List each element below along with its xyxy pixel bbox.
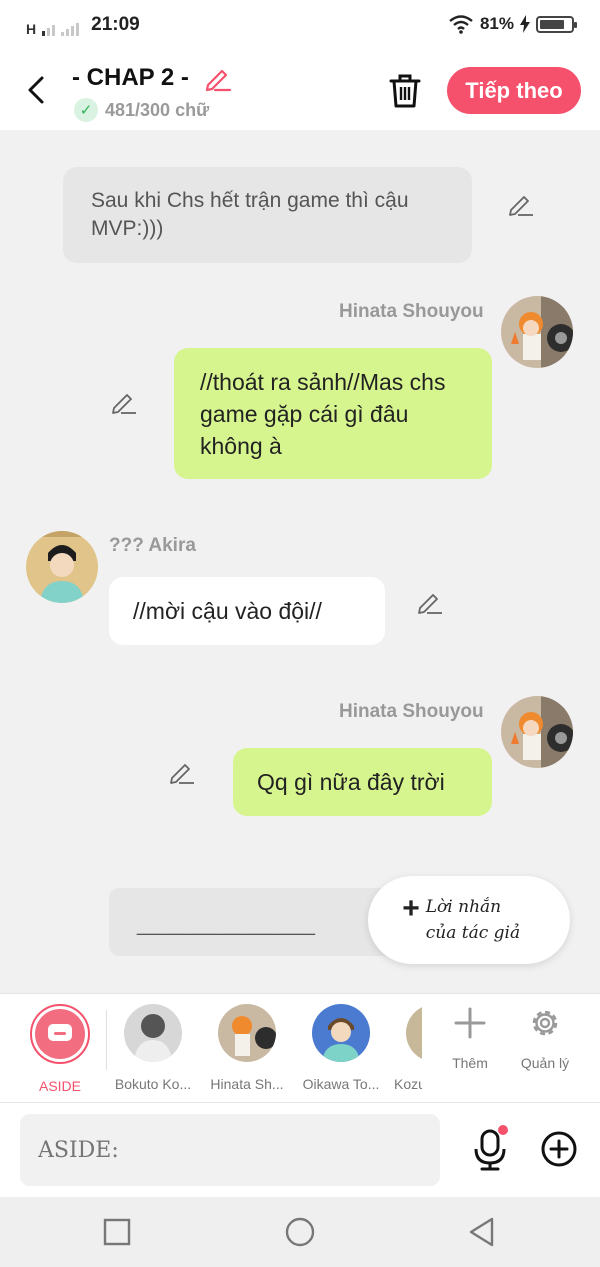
nav-triangle-icon[interactable] [466,1216,498,1248]
avatar-hinata [218,1004,276,1062]
plus-icon: + [402,892,420,925]
character-bar: ASIDE Bokuto Ko... Hinata Sh... Oikawa T… [0,993,600,1103]
manage-label: Quản lý [520,1055,570,1071]
add-circle-icon[interactable] [540,1130,578,1168]
manage-button[interactable]: Quản lý [515,1006,575,1071]
plus-icon [454,1007,486,1039]
edit-icon[interactable] [168,758,196,786]
avatar-bokuto [124,1004,182,1062]
chat-area: Sau khi Chs hết trận game thì cậu MVP:))… [0,130,600,993]
avatar-hinata[interactable] [501,696,573,768]
status-right: 81% [448,14,577,34]
message-bubble[interactable]: //thoát ra sảnh//Mas chs game gặp cái gì… [174,348,492,479]
author-note-label: Lời nhắn của tác giả [425,897,521,943]
header: - CHAP 2 - ✓ 481/300 chữ Tiếp theo [0,54,600,130]
aside-avatar [30,1004,90,1064]
draft-bubble[interactable]: ________________ [109,888,409,956]
trash-icon[interactable] [386,72,424,110]
sender-name: ??? Akira [109,535,196,556]
network-type: H [26,21,37,37]
avatar-oikawa [312,1004,370,1062]
word-count: ✓ 481/300 chữ [74,98,209,122]
back-icon[interactable] [22,72,52,108]
author-note-button[interactable]: + Lời nhắn của tác giả [368,876,570,964]
signal-icon-2 [61,20,80,36]
edit-title-icon[interactable] [203,63,233,93]
character-label: Hinata Sh... [210,1076,284,1092]
add-character-button[interactable]: Thêm [440,1006,500,1071]
character-oikawa[interactable]: Oikawa To... [295,1004,387,1092]
wifi-icon [449,15,473,34]
composer [0,1103,600,1197]
nav-square-icon[interactable] [101,1216,133,1248]
notification-dot [498,1125,508,1135]
narration-bubble[interactable]: Sau khi Chs hết trận game thì cậu MVP:))… [63,167,472,263]
next-button[interactable]: Tiếp theo [447,67,581,114]
nav-circle-icon[interactable] [284,1216,316,1248]
battery-level [540,19,565,29]
character-label: Kozu [394,1076,422,1092]
avatar-hinata[interactable] [501,296,573,368]
signal-icon [42,20,56,36]
system-nav-bar [0,1197,600,1267]
character-label: Bokuto Ko... [114,1076,192,1092]
edit-icon[interactable] [416,588,444,616]
message-bubble[interactable]: //mời cậu vào đội// [109,577,385,645]
character-label: Oikawa To... [302,1076,380,1092]
aside-input[interactable] [20,1114,440,1186]
character-aside[interactable]: ASIDE [14,1004,106,1094]
edit-icon[interactable] [110,388,138,416]
edit-icon[interactable] [507,190,535,218]
mic-button[interactable] [470,1125,510,1175]
chapter-title[interactable]: - CHAP 2 - [72,64,189,92]
message-bubble[interactable]: Qq gì nữa đây trời [233,748,492,816]
avatar-kozume [406,1004,422,1062]
status-left: H 21:09 [26,14,140,36]
avatar-akira[interactable] [26,531,98,603]
character-label: ASIDE [38,1078,81,1094]
status-bar: H 21:09 81% [0,0,600,54]
battery-percent: 81% [479,14,514,33]
sender-name: Hinata Shouyou [339,301,484,322]
chat-icon [48,1024,72,1041]
add-label: Thêm [452,1055,488,1071]
character-bokuto[interactable]: Bokuto Ko... [107,1004,199,1092]
character-hinata[interactable]: Hinata Sh... [201,1004,293,1092]
gear-icon [532,1010,558,1036]
clock: 21:09 [91,14,140,35]
word-count-text: 481/300 chữ [105,99,210,120]
sender-name: Hinata Shouyou [339,701,484,722]
charging-icon [520,15,530,33]
check-icon: ✓ [74,98,98,122]
battery-icon [536,15,577,33]
character-kozume[interactable]: Kozu [392,1004,422,1092]
